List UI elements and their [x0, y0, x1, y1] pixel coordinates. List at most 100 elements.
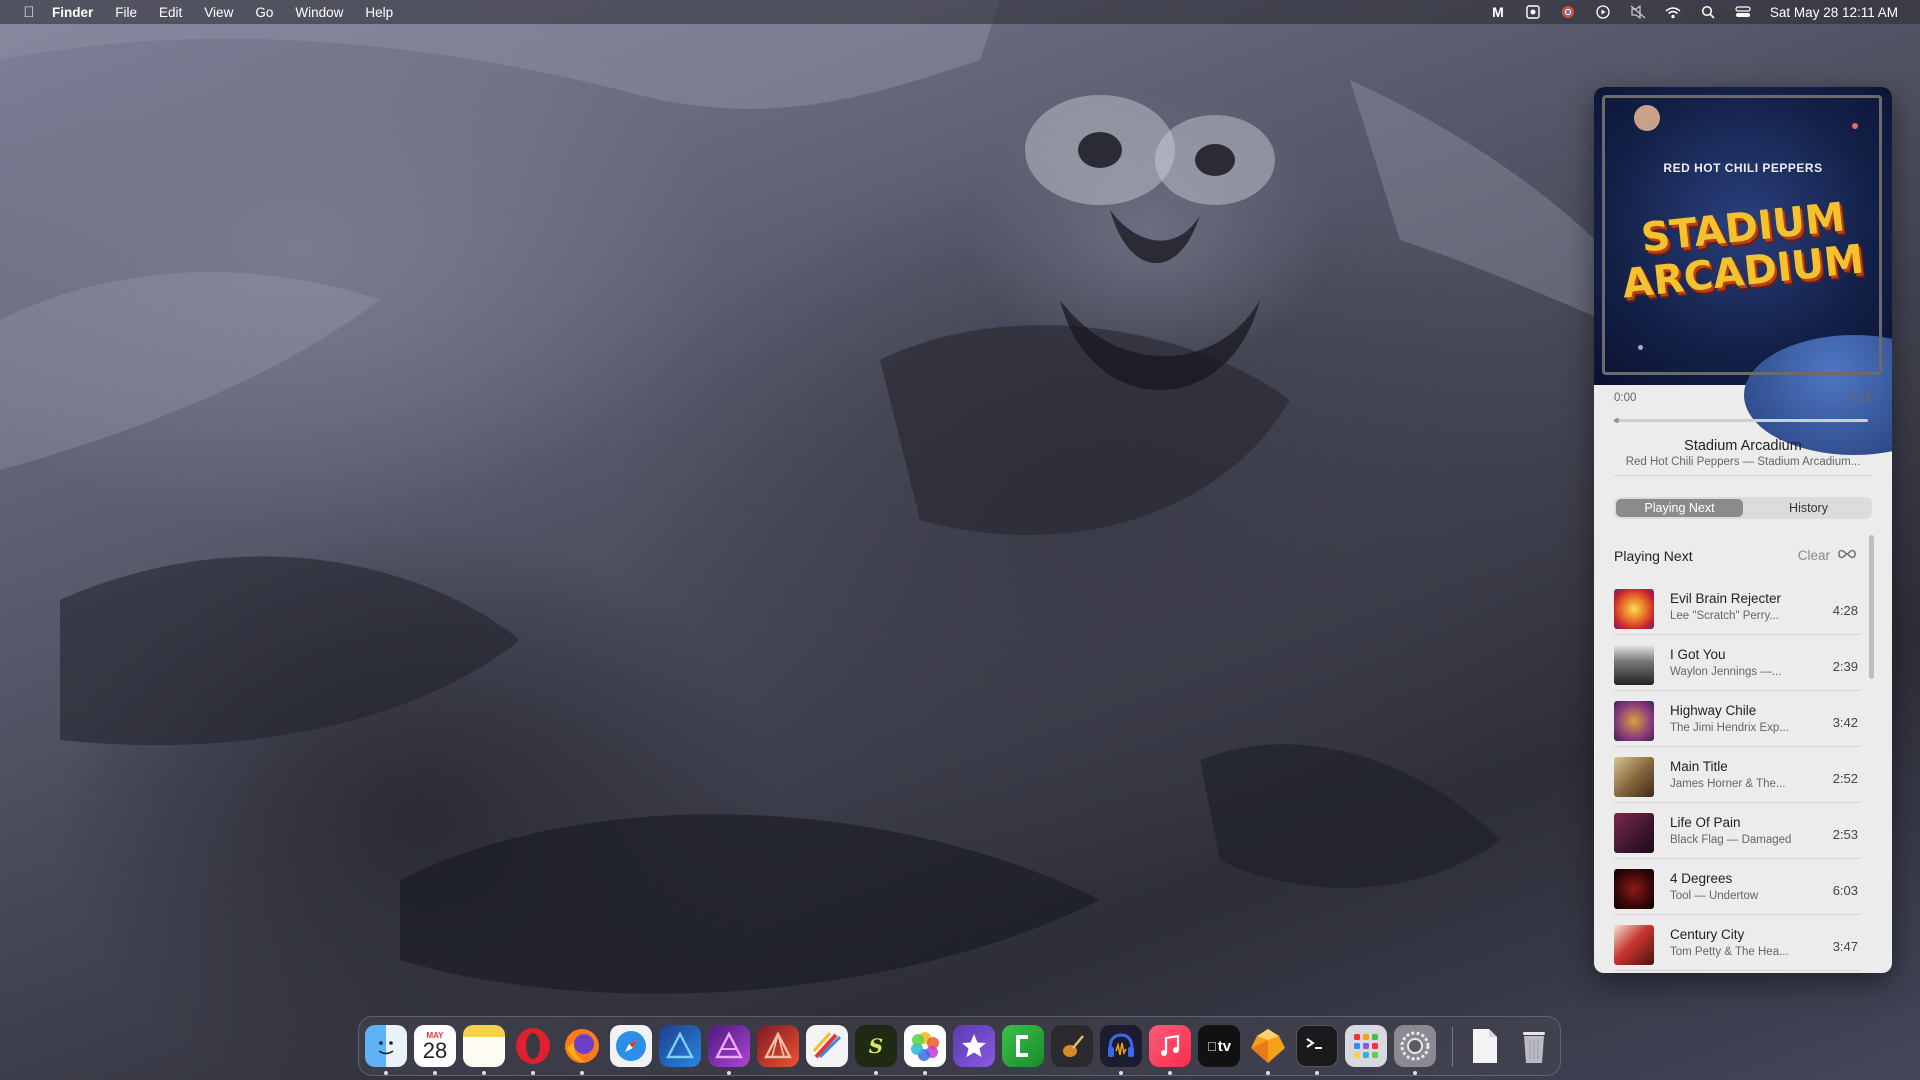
queue-tab-switcher: Playing Next History — [1614, 497, 1872, 519]
album-thumbnail — [1614, 645, 1654, 685]
mute-icon[interactable] — [1629, 4, 1647, 20]
queue-item[interactable]: Highway Chile The Jimi Hendrix Exp... 3:… — [1614, 691, 1860, 747]
mastodon-icon[interactable]: M — [1489, 4, 1507, 20]
queue-item[interactable]: Life Of Pain Black Flag — Damaged 2:53 — [1614, 803, 1860, 859]
running-indicator — [433, 1071, 437, 1075]
queue-item-title: Evil Brain Rejecter — [1670, 591, 1782, 606]
running-indicator — [482, 1071, 486, 1075]
progress-knob[interactable] — [1614, 418, 1619, 423]
search-icon[interactable] — [1699, 4, 1717, 20]
notes-app-icon[interactable] — [463, 1025, 505, 1067]
album-artwork[interactable]: RED HOT CHILI PEPPERS STADIUM ARCADIUM — [1594, 87, 1892, 455]
menu-bar:  Finder File Edit View Go Window Help M — [0, 0, 1920, 24]
play-icon[interactable] — [1594, 4, 1612, 20]
imovie-app-icon[interactable] — [953, 1025, 995, 1067]
tab-playing-next[interactable]: Playing Next — [1616, 499, 1743, 517]
coda-app-icon[interactable] — [1002, 1025, 1044, 1067]
queue-item-duration: 6:03 — [1832, 883, 1858, 898]
menu-finder[interactable]: Finder — [52, 5, 93, 20]
clear-queue-button[interactable]: Clear — [1798, 548, 1830, 563]
apple-menu-icon[interactable]:  — [20, 4, 38, 21]
tv-app-label: tv — [1212, 1037, 1231, 1055]
queue-item-title: Highway Chile — [1670, 703, 1757, 718]
safari-app-icon[interactable] — [610, 1025, 652, 1067]
now-playing-subtitle[interactable]: Red Hot Chili Peppers — Stadium Arcadium… — [1614, 456, 1872, 468]
menu-edit[interactable]: Edit — [159, 5, 182, 20]
queue-item-subtitle: James Horner & The... — [1670, 778, 1786, 790]
queue-item-title: Main Title — [1670, 759, 1728, 774]
trash-icon[interactable] — [1513, 1025, 1555, 1067]
documents-folder-icon[interactable] — [1464, 1025, 1506, 1067]
launchpad-app-icon[interactable] — [1345, 1025, 1387, 1067]
queue-header: Playing Next Clear — [1614, 548, 1858, 564]
now-playing-title: Stadium Arcadium — [1684, 438, 1802, 454]
audio-app-icon[interactable] — [1100, 1025, 1142, 1067]
scrivener-app-icon[interactable]: S — [855, 1025, 897, 1067]
now-playing-panel: RED HOT CHILI PEPPERS STADIUM ARCADIUM 0… — [1594, 87, 1892, 973]
divider — [1614, 475, 1872, 476]
queue-item-subtitle: Lee "Scratch" Perry... — [1670, 610, 1779, 622]
queue-item-duration: 3:47 — [1832, 939, 1858, 954]
queue-item-subtitle: Black Flag — Damaged — [1670, 834, 1792, 846]
running-indicator — [1119, 1071, 1123, 1075]
calendar-app-icon[interactable]: MAY 28 — [414, 1025, 456, 1067]
running-indicator — [727, 1071, 731, 1075]
menu-view[interactable]: View — [204, 5, 233, 20]
running-indicator — [580, 1071, 584, 1075]
queue-header-title: Playing Next — [1614, 548, 1693, 564]
queue-item-duration: 4:28 — [1832, 603, 1858, 618]
sketch-app-icon[interactable] — [1247, 1025, 1289, 1067]
running-indicator — [1168, 1071, 1172, 1075]
queue-item[interactable]: Century City Tom Petty & The Hea... 3:47 — [1614, 915, 1860, 971]
queue-item-duration: 2:39 — [1832, 659, 1858, 674]
menu-window[interactable]: Window — [295, 5, 343, 20]
affinity-designer-app-icon[interactable] — [659, 1025, 701, 1067]
queue-item-title: 4 Degrees — [1670, 871, 1733, 886]
menu-help[interactable]: Help — [365, 5, 393, 20]
running-indicator — [874, 1071, 878, 1075]
remaining-time: -5:16 — [1845, 392, 1872, 404]
album-thumbnail — [1614, 589, 1654, 629]
control-center-icon[interactable] — [1734, 4, 1752, 20]
menu-go[interactable]: Go — [255, 5, 273, 20]
firefox-app-icon[interactable] — [561, 1025, 603, 1067]
running-indicator — [1315, 1071, 1319, 1075]
finder-app-icon[interactable] — [365, 1025, 407, 1067]
affinity-photo-app-icon[interactable] — [708, 1025, 750, 1067]
pixelmator-app-icon[interactable] — [806, 1025, 848, 1067]
chrome-icon[interactable] — [1559, 4, 1577, 20]
tab-history[interactable]: History — [1745, 497, 1872, 519]
autoplay-infinity-icon[interactable] — [1836, 547, 1858, 566]
running-indicator — [531, 1071, 535, 1075]
queue-scrollbar[interactable] — [1869, 535, 1874, 679]
tv-app-icon[interactable]:  tv — [1198, 1025, 1240, 1067]
menu-clock[interactable]: Sat May 28 12:11 AM — [1770, 5, 1898, 20]
calendar-day: 28 — [422, 1037, 448, 1063]
queue-item-title: I Got You — [1670, 647, 1726, 662]
dashboard-icon[interactable] — [1524, 4, 1542, 20]
opera-app-icon[interactable] — [512, 1025, 554, 1067]
queue-item-subtitle: The Jimi Hendrix Exp... — [1670, 722, 1789, 734]
queue-item-duration: 2:52 — [1832, 771, 1858, 786]
queue-item[interactable]: Main Title James Horner & The... 2:52 — [1614, 747, 1860, 803]
running-indicator — [1413, 1071, 1417, 1075]
music-app-icon[interactable] — [1149, 1025, 1191, 1067]
queue-item[interactable]: 4 Degrees Tool — Undertow 6:03 — [1614, 859, 1860, 915]
tv-apple-icon:  — [1207, 1039, 1217, 1054]
progress-bar[interactable] — [1614, 418, 1868, 423]
wifi-icon[interactable] — [1664, 4, 1682, 20]
affinity-publisher-app-icon[interactable] — [757, 1025, 799, 1067]
queue-item-duration: 2:53 — [1832, 827, 1858, 842]
terminal-app-icon[interactable] — [1296, 1025, 1338, 1067]
queue-item[interactable]: Evil Brain Rejecter Lee "Scratch" Perry.… — [1614, 579, 1860, 635]
queue-item[interactable]: I Got You Waylon Jennings —... 2:39 — [1614, 635, 1860, 691]
system-preferences-app-icon[interactable] — [1394, 1025, 1436, 1067]
menu-file[interactable]: File — [115, 5, 137, 20]
queue-item-subtitle: Tom Petty & The Hea... — [1670, 946, 1789, 958]
garageband-app-icon[interactable] — [1051, 1025, 1093, 1067]
photos-app-icon[interactable] — [904, 1025, 946, 1067]
dock: MAY 28 S tv — [358, 1016, 1561, 1076]
album-thumbnail — [1614, 701, 1654, 741]
album-thumbnail — [1614, 813, 1654, 853]
queue-list: Evil Brain Rejecter Lee "Scratch" Perry.… — [1614, 579, 1860, 971]
